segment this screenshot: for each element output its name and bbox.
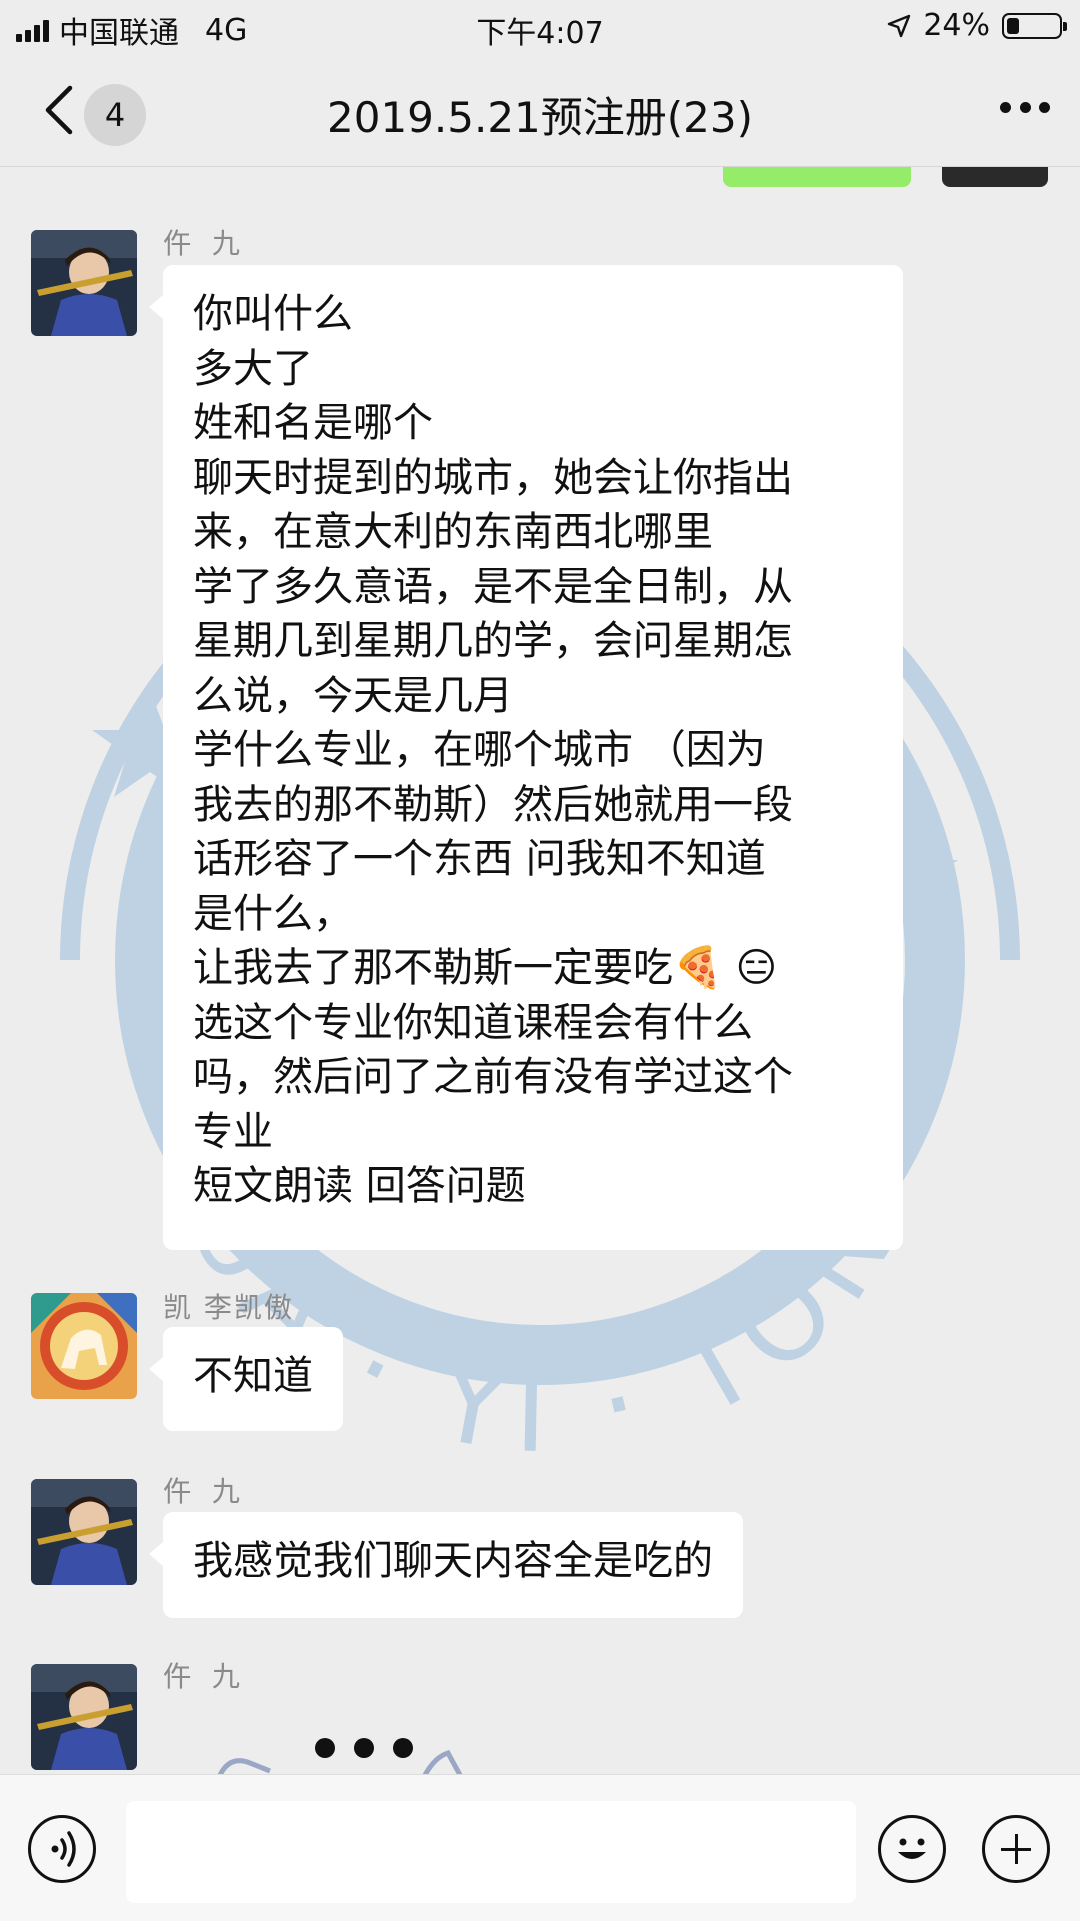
message-line: 话形容了一个东西 问我知不知道 [193, 836, 766, 882]
message-line: 选这个专业你知道课程会有什么 [193, 999, 753, 1046]
message-line: 专业 [193, 1108, 273, 1155]
sender-name: 凯 李凯傲 [163, 1291, 294, 1324]
message-bubble[interactable]: 不知道 [149, 1327, 343, 1431]
message-line: 吗，然后问了之前有没有学过这个 [193, 1054, 793, 1100]
battery-percent: 24% [923, 8, 990, 43]
message-line: 我去的那不勒斯）然后她就用一段 [193, 781, 793, 828]
message-line: 学什么专业，在哪个城市 （因为 [193, 727, 766, 773]
message-line: 我感觉我们聊天内容全是吃的 [193, 1538, 713, 1584]
sender-name: 仵 九 [163, 227, 246, 260]
message-line: 聊天时提到的城市，她会让你指出 [193, 454, 793, 501]
message-line: 姓和名是哪个 [193, 400, 433, 446]
chat-title: 2019.5.21预注册(23) [327, 93, 753, 142]
battery-icon [1002, 12, 1067, 39]
message-line: 你叫什么 [193, 291, 353, 337]
message-line: 么说，今天是几月 [193, 672, 513, 719]
message-line: 是什么， [193, 890, 353, 937]
message-input[interactable] [126, 1801, 856, 1903]
message-line: 让我去了那不勒斯一定要吃🍕 😑 [193, 945, 778, 991]
message-line: 学了多久意语，是不是全日制，从 [193, 563, 793, 610]
previous-message-image[interactable] [942, 167, 1048, 187]
message-line: 来，在意大利的东南西北哪里 [193, 509, 713, 555]
message-line: 星期几到星期几的学，会问星期怎 [193, 618, 793, 664]
sender-name: 仵 九 [163, 1475, 246, 1508]
plus-icon[interactable] [982, 1815, 1050, 1883]
previous-message-bubble[interactable] [723, 167, 911, 187]
message-bubble[interactable]: 你叫什么 多大了 姓和名是哪个 聊天时提到的城市，她会让你指出 来，在意大利的东… [149, 265, 903, 1250]
avatar[interactable] [31, 1293, 137, 1399]
more-dots-icon[interactable] [1000, 102, 1050, 116]
status-bar: 中国联通 4G 下午4:07 24% [0, 0, 1080, 54]
message-bubble[interactable]: 我感觉我们聊天内容全是吃的 [149, 1512, 743, 1618]
message-line: 不知道 [193, 1353, 313, 1399]
avatar[interactable] [31, 1479, 137, 1585]
chat-header: 4 2019.5.21预注册(23) [0, 54, 1080, 167]
sender-name: 仵 九 [163, 1660, 246, 1693]
typing-dots [315, 1738, 413, 1758]
avatar[interactable] [31, 1664, 137, 1770]
message-line: 短文朗读 回答问题 [193, 1163, 526, 1209]
avatar[interactable] [31, 230, 137, 336]
emoji-icon[interactable] [878, 1815, 946, 1883]
voice-icon[interactable] [28, 1815, 96, 1883]
location-arrow-icon [888, 14, 911, 37]
message-line: 多大了 [193, 345, 313, 392]
input-bar [0, 1774, 1080, 1921]
